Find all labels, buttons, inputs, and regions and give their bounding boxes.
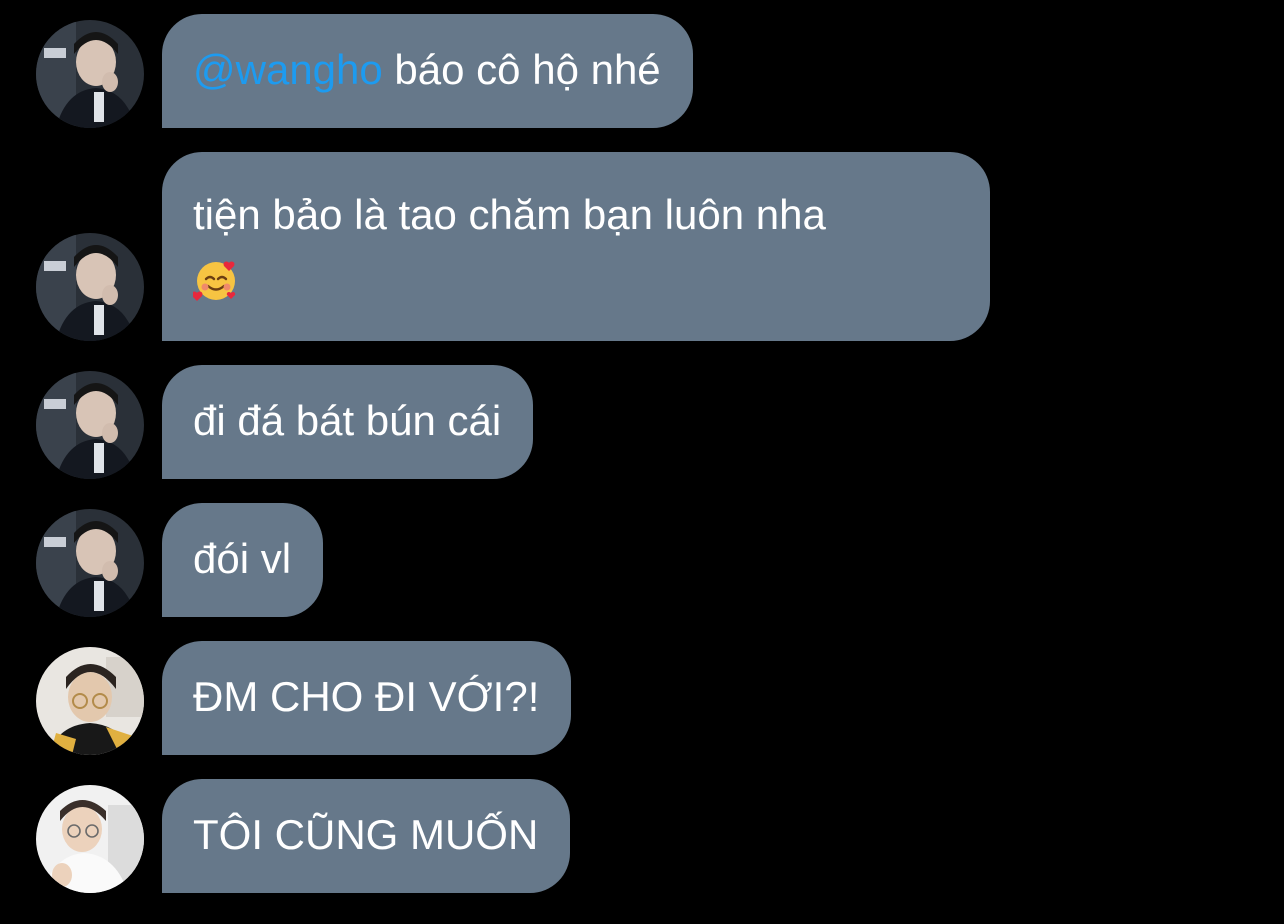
message-text: đi đá bát bún cái [193,397,502,444]
avatar[interactable] [36,371,144,479]
message-bubble[interactable]: TÔI CŨNG MUỐN [162,779,571,893]
avatar-image [36,647,144,755]
message-bubble[interactable]: đi đá bát bún cái [162,365,534,479]
avatar-image [36,785,144,893]
message-text: báo cô hộ nhé [382,46,661,93]
avatar[interactable] [36,647,144,755]
avatar[interactable] [36,509,144,617]
message-bubble[interactable]: ĐM CHO ĐI VỚI?! [162,641,572,755]
mention-link[interactable]: @wangho [193,46,383,93]
avatar[interactable] [36,233,144,341]
chat-thread: @wangho báo cô hộ nhé tiện bảo là tao ch… [0,0,1284,924]
message-bubble[interactable]: @wangho báo cô hộ nhé [162,14,693,128]
avatar[interactable] [36,785,144,893]
message-text: tiện bảo là tao chăm bạn luôn nha [193,191,826,238]
avatar-image [36,509,144,617]
message-text: ĐM CHO ĐI VỚI?! [193,673,540,720]
avatar[interactable] [36,20,144,128]
message-bubble[interactable]: tiện bảo là tao chăm bạn luôn nha [162,152,990,341]
message-text: TÔI CŨNG MUỐN [193,811,539,858]
smiling-face-with-hearts-icon [191,257,239,303]
message-bubble[interactable]: đói vl [162,503,324,617]
avatar-image [36,233,144,341]
avatar-image [36,371,144,479]
message-text: đói vl [193,535,292,582]
avatar-image [36,20,144,128]
